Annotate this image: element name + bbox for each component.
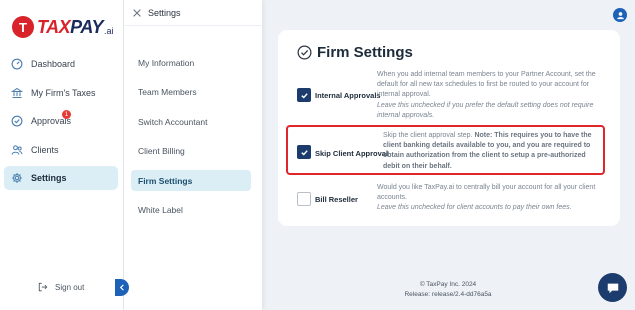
nav-label: Settings [31,173,67,184]
chat-button[interactable] [598,273,627,302]
nav-item-clients[interactable]: Clients [4,138,118,162]
nav-item-approvals[interactable]: Approvals 1 [4,109,118,133]
settings-item-firm-settings[interactable]: Firm Settings [131,170,251,191]
release-text: Release: release/2.4-dd76a5a [404,291,492,298]
main-nav: Dashboard My Firm's Taxes Approvals 1 Cl… [4,52,118,195]
logo-mark-icon: T [12,16,34,38]
bill-reseller-description: Would you like TaxPay.ai to centrally bi… [377,183,605,214]
logo-text: TAXPAY [37,16,104,37]
footer: © TaxPay Inc. 2024 Release: release/2.4-… [378,280,518,300]
chevron-left-icon [119,284,124,291]
internal-approvals-label: Internal Approvals [315,91,381,100]
bill-reseller-label: Bill Reseller [315,195,358,204]
bill-reseller-checkbox[interactable] [297,192,311,206]
settings-item-team-members[interactable]: Team Members [131,82,251,103]
user-avatar[interactable] [613,8,627,22]
internal-approvals-description: When you add internal team members to yo… [377,70,605,121]
settings-panel-title: Settings [148,7,181,18]
highlight-box [286,125,605,175]
bank-icon [11,87,23,99]
settings-item-my-information[interactable]: My Information [131,52,251,73]
settings-item-switch-accountant[interactable]: Switch Accountant [131,111,251,132]
checkmark-icon [300,92,308,98]
taxpay-logo[interactable]: T TAXPAY .ai [12,16,114,38]
bill-reseller-desc-text: Would you like TaxPay.ai to centrally bi… [377,184,596,202]
nav-label: Dashboard [31,59,76,69]
close-icon[interactable] [132,8,142,18]
dashboard-gauge-icon [11,58,23,70]
logo-suffix: .ai [104,26,114,36]
sign-out-button[interactable]: Sign out [38,282,84,292]
settings-menu: My Information Team Members Switch Accou… [131,52,251,229]
nav-item-my-firms-taxes[interactable]: My Firm's Taxes [4,81,118,105]
internal-approvals-checkbox[interactable] [297,88,311,102]
option-internal-approvals: Internal Approvals When you add internal… [278,70,620,122]
settings-item-white-label[interactable]: White Label [131,200,251,221]
option-bill-reseller: Bill Reseller Would you like TaxPay.ai t… [278,183,620,217]
nav-item-dashboard[interactable]: Dashboard [4,52,118,76]
check-circle-icon [11,115,23,127]
chat-bubble-icon [607,283,618,293]
internal-approvals-hint: Leave this unchecked if you prefer the d… [377,101,594,119]
left-sidebar: T TAXPAY .ai Dashboard My Firm's Taxes A… [0,0,124,310]
nav-label: Clients [31,144,59,155]
check-circle-icon [297,45,312,60]
user-icon [616,11,624,19]
sign-out-icon [38,282,48,292]
settings-panel: Settings My Information Team Members Swi… [124,0,262,310]
bill-reseller-hint: Leave this unchecked for client accounts… [377,204,572,212]
gear-icon [11,172,23,184]
settings-item-client-billing[interactable]: Client Billing [131,141,251,162]
page-title: Firm Settings [317,44,413,61]
firm-settings-title: Firm Settings [297,44,413,61]
sign-out-label: Sign out [55,282,85,292]
nav-label: My Firm's Taxes [31,87,96,98]
copyright-text: © TaxPay Inc. 2024 [419,281,477,288]
settings-panel-header: Settings [124,0,262,26]
nav-item-settings[interactable]: Settings [4,166,118,191]
people-icon [11,144,23,156]
internal-approvals-desc-text: When you add internal team members to yo… [377,71,596,99]
